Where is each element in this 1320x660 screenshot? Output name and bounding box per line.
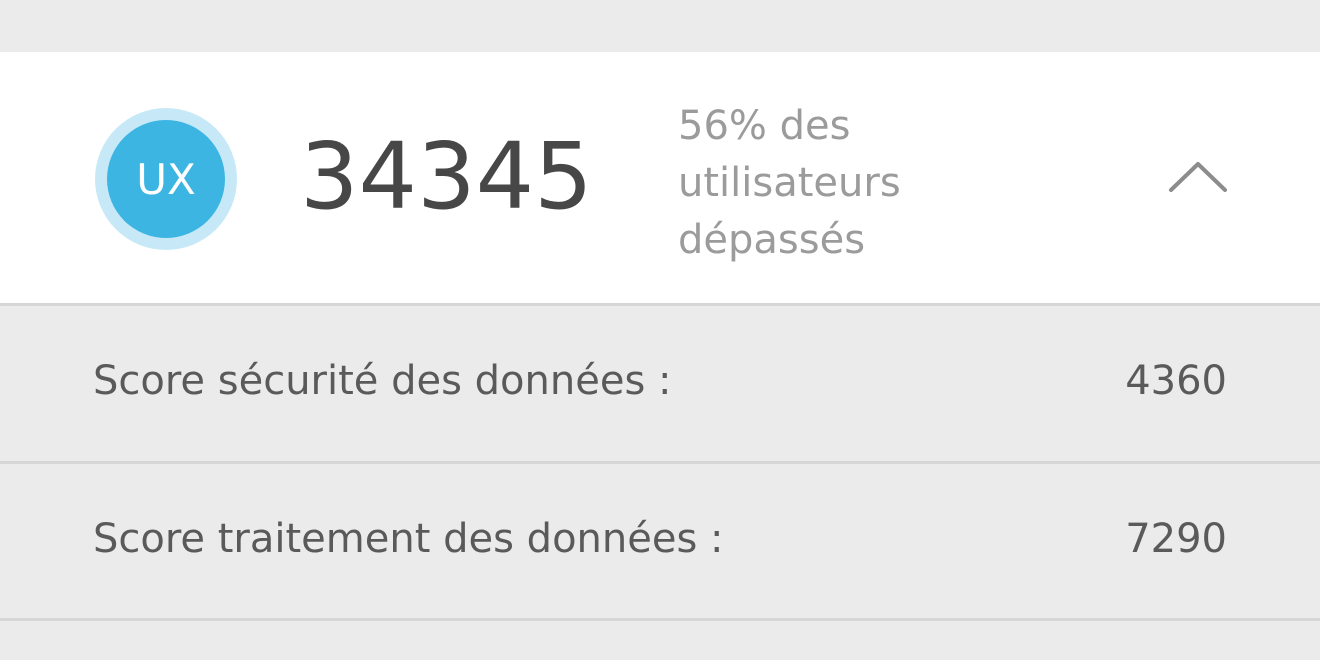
rank-line-2: utilisateurs	[678, 160, 901, 206]
detail-row-processing: Score traitement des données : 7290	[0, 464, 1320, 619]
detail-value: 4360	[1125, 358, 1227, 404]
ux-badge-label: UX	[107, 120, 225, 238]
ux-score-card[interactable]: UX 34345 56% des utilisateurs dépassés	[0, 52, 1320, 304]
rank-line-1: 56% des	[678, 103, 851, 149]
detail-label: Score traitement des données :	[93, 516, 724, 562]
detail-row-security: Score sécurité des données : 4360	[0, 306, 1320, 461]
ux-badge: UX	[95, 108, 237, 250]
detail-label: Score sécurité des données :	[93, 358, 672, 404]
total-score: 34345	[300, 123, 593, 230]
detail-value: 7290	[1125, 516, 1227, 562]
divider	[0, 618, 1320, 621]
rank-line-3: dépassés	[678, 217, 866, 263]
rank-text: 56% des utilisateurs dépassés	[678, 98, 978, 269]
top-spacer	[0, 0, 1320, 52]
chevron-up-icon[interactable]	[1163, 156, 1233, 196]
